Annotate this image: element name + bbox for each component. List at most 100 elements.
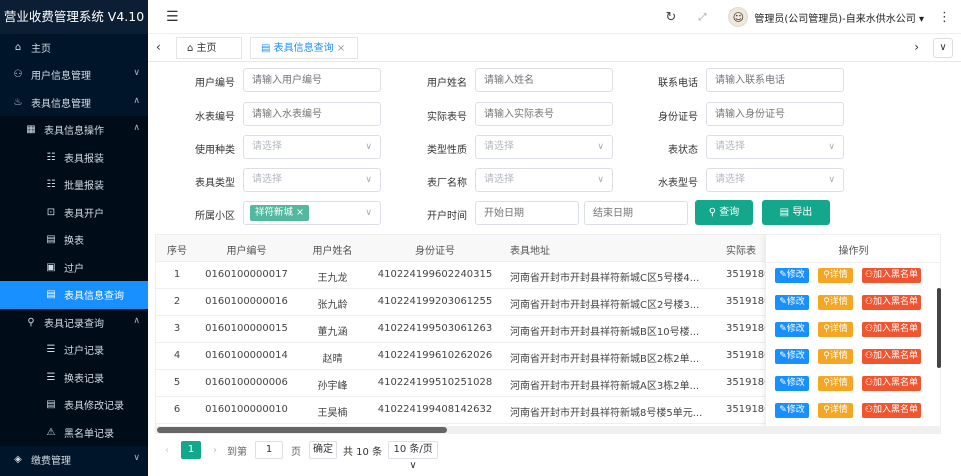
search-icon: ⚲	[823, 297, 830, 307]
close-icon[interactable]: ×	[296, 207, 304, 218]
tab-scroll-right-icon[interactable]: ›	[914, 40, 919, 54]
id-no-input[interactable]	[706, 102, 844, 126]
blacklist-button[interactable]: ⚇加入黑名单	[862, 403, 921, 418]
horizontal-scrollbar[interactable]	[155, 426, 941, 434]
more-icon[interactable]: ⋮	[938, 10, 951, 25]
sidebar-item-meter-install[interactable]: ☷ 表具报装	[0, 143, 148, 171]
edit-button[interactable]: ✎修改	[775, 268, 809, 283]
sidebar-item-transfer[interactable]: ▣ 过户	[0, 253, 148, 281]
sidebar-item-payment[interactable]: ◈ 缴费管理 ∨	[0, 446, 148, 474]
sidebar-item-label: 用户信息管理	[31, 71, 91, 83]
cell-id: 410224199510251028	[377, 377, 493, 388]
sidebar: 营业收费管理系统 V4.10 ⌂ 主页 ⚇ 用户信息管理 ∨ ♨ 表具信息管理 ∧ ▦ 表具…	[0, 0, 148, 476]
edit-icon: ✎	[779, 405, 787, 415]
cell-id: 410224199408142632	[377, 404, 493, 415]
tab-options-button[interactable]: ∨	[933, 38, 953, 58]
doc-icon: ▤	[779, 207, 793, 218]
use-type-select[interactable]: 请选择 ∨	[243, 135, 381, 159]
meter-type-select[interactable]: 请选择 ∨	[243, 168, 381, 192]
scroll-thumb[interactable]	[157, 427, 447, 433]
edit-icon: ✎	[779, 351, 787, 361]
sidebar-item-meter-records[interactable]: ⚲ 表具记录查询 ∧	[0, 308, 148, 336]
goto-confirm-button[interactable]: 确定	[309, 441, 337, 459]
blacklist-button[interactable]: ⚇加入黑名单	[862, 268, 921, 283]
meter-type-label: 表具类型	[195, 178, 235, 189]
col-header: 操作列	[838, 246, 869, 257]
detail-button[interactable]: ⚲详情	[818, 322, 853, 337]
blacklist-button[interactable]: ⚇加入黑名单	[862, 349, 921, 364]
model-select[interactable]: 请选择 ∨	[706, 168, 844, 192]
type-nature-select[interactable]: 请选择 ∨	[475, 135, 613, 159]
sidebar-item-meter-info[interactable]: ♨ 表具信息管理 ∧	[0, 88, 148, 116]
actual-meter-input[interactable]	[475, 102, 613, 126]
sidebar-item-replace-records[interactable]: ☰ 换表记录	[0, 363, 148, 391]
edit-button[interactable]: ✎修改	[775, 295, 809, 310]
sidebar-item-meter-query[interactable]: ▤ 表具信息查询	[0, 281, 148, 309]
meter-state-select[interactable]: 请选择 ∨	[706, 135, 844, 159]
blacklist-button[interactable]: ⚇加入黑名单	[862, 322, 921, 337]
user-block-icon: ⚇	[864, 351, 874, 361]
sidebar-item-batch-install[interactable]: ☷ 批量报装	[0, 171, 148, 199]
search-icon: ⚲	[27, 316, 35, 328]
page-input[interactable]: 1	[255, 441, 283, 459]
actual-meter-label: 实际表号	[427, 112, 467, 123]
detail-button[interactable]: ⚲详情	[818, 376, 853, 391]
phone-input[interactable]	[706, 68, 844, 92]
tab-meter-query[interactable]: ▤ 表具信息查询 ×	[250, 37, 358, 59]
sidebar-item-blacklist-records[interactable]: ⚠ 黑名单记录	[0, 418, 148, 446]
blacklist-button[interactable]: ⚇加入黑名单	[862, 295, 921, 310]
cell-user-no: 0160100000017	[205, 269, 288, 280]
detail-button[interactable]: ⚲详情	[818, 295, 853, 310]
end-date-input[interactable]	[584, 201, 688, 225]
chevron-up-icon: ∧	[133, 315, 140, 326]
sidebar-item-modify-records[interactable]: ▤ 表具修改记录	[0, 391, 148, 419]
search-icon: ⚲	[823, 270, 830, 280]
user-name-input[interactable]	[475, 68, 613, 92]
community-select[interactable]: 祥符新城 × ∨	[243, 201, 381, 225]
cell-addr: 河南省开封市开封县祥符新城C区2号楼3...	[510, 300, 700, 311]
sidebar-item-replace-meter[interactable]: ▤ 换表	[0, 226, 148, 254]
prev-page-icon[interactable]: ‹	[165, 445, 169, 456]
user-block-icon: ⚇	[864, 378, 874, 388]
edit-button[interactable]: ✎修改	[775, 322, 809, 337]
cell-name: 孙宇峰	[317, 381, 348, 392]
refresh-icon[interactable]: ↻	[665, 10, 676, 25]
meter-no-input[interactable]	[243, 102, 381, 126]
use-type-label: 使用种类	[195, 145, 235, 156]
export-button[interactable]: ▤ 导出	[762, 200, 830, 225]
sidebar-item-home[interactable]: ⌂ 主页	[0, 34, 148, 61]
tab-home[interactable]: ⌂ 主页	[176, 37, 242, 59]
factory-select[interactable]: 请选择 ∨	[475, 168, 613, 192]
vertical-scrollbar[interactable]	[937, 288, 941, 368]
tab-scroll-left-icon[interactable]: ‹	[156, 40, 161, 54]
col-header: 用户编号	[226, 246, 267, 257]
list-icon: ☰	[46, 344, 56, 356]
menu-toggle-icon[interactable]: ☰	[166, 9, 179, 25]
edit-button[interactable]: ✎修改	[775, 349, 809, 364]
chevron-down-icon: ∨	[365, 175, 372, 185]
detail-button[interactable]: ⚲详情	[818, 268, 853, 283]
cell-user-no: 0160100000014	[205, 350, 288, 361]
user-menu[interactable]: 管理员(公司管理员)-自来水供水公司 ▾	[754, 10, 924, 25]
sidebar-item-transfer-records[interactable]: ☰ 过户记录	[0, 336, 148, 364]
sidebar-item-meter-ops[interactable]: ▦ 表具信息操作 ∧	[0, 116, 148, 144]
query-button[interactable]: ⚲ 查询	[695, 200, 753, 225]
page-1-button[interactable]: 1	[181, 441, 201, 459]
blacklist-button[interactable]: ⚇加入黑名单	[862, 376, 921, 391]
detail-button[interactable]: ⚲详情	[818, 403, 853, 418]
edit-button[interactable]: ✎修改	[775, 376, 809, 391]
page-size-select[interactable]: 10 条/页 ∨	[388, 441, 439, 471]
start-date-input[interactable]	[475, 201, 579, 225]
grid-icon: ▦	[26, 124, 36, 136]
user-no-input[interactable]	[243, 68, 381, 92]
avatar[interactable]: ☺	[728, 7, 749, 27]
fullscreen-icon[interactable]: ⤢	[698, 12, 706, 23]
sidebar-item-user-info[interactable]: ⚇ 用户信息管理 ∨	[0, 61, 148, 89]
close-icon[interactable]: ×	[337, 43, 345, 54]
chevron-down-icon: ∨	[597, 175, 604, 185]
next-page-icon[interactable]: ›	[213, 445, 217, 456]
search-icon: ⚲	[823, 378, 830, 388]
detail-button[interactable]: ⚲详情	[818, 349, 853, 364]
edit-button[interactable]: ✎修改	[775, 403, 809, 418]
sidebar-item-meter-open[interactable]: ⊡ 表具开户	[0, 198, 148, 226]
